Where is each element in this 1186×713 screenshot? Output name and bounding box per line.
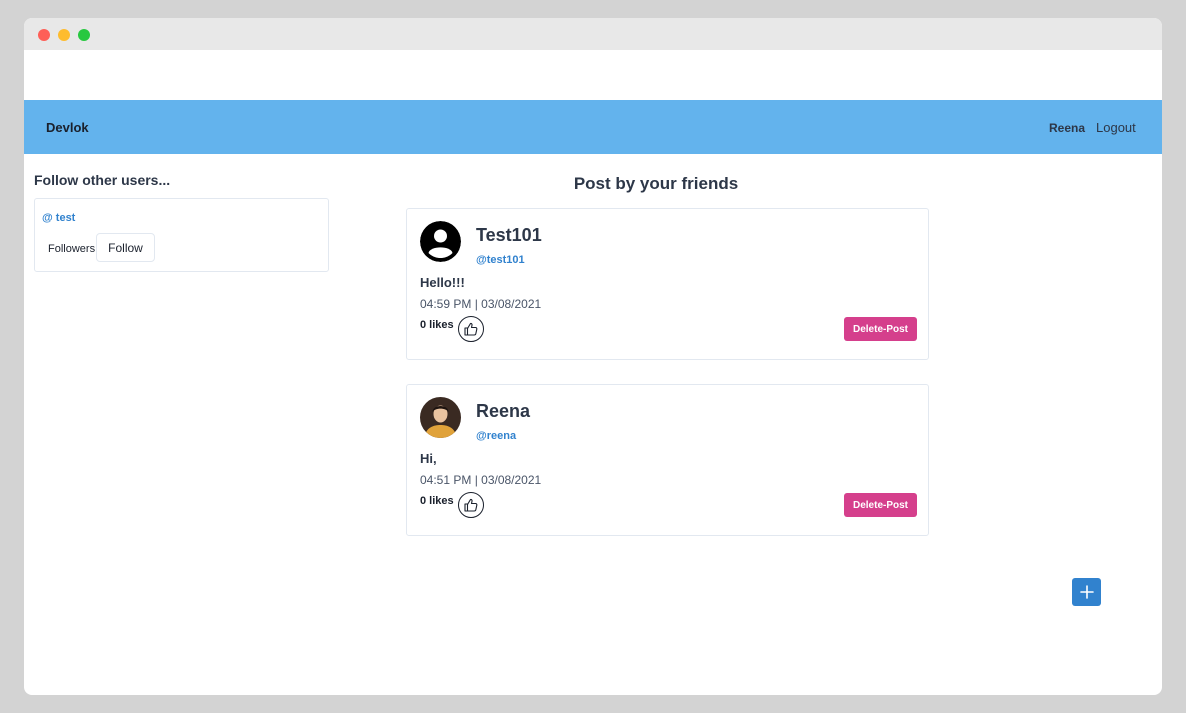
post-author[interactable]: Test101 (476, 225, 542, 246)
post-timestamp: 04:59 PM | 03/08/2021 (420, 297, 542, 311)
post-timestamp: 04:51 PM | 03/08/2021 (420, 473, 542, 487)
feed-title: Post by your friends (573, 174, 739, 193)
post-content: Hello!!! (420, 275, 465, 290)
user-photo (420, 397, 461, 438)
like-button[interactable] (458, 316, 484, 342)
logout-link[interactable]: Logout (1096, 120, 1136, 135)
post-author[interactable]: Reena (476, 401, 530, 422)
followers-label: Followers (48, 243, 96, 255)
delete-post-button[interactable]: Delete-Post (844, 317, 917, 341)
suggested-user-handle[interactable]: @ test (42, 212, 75, 224)
like-button[interactable] (458, 492, 484, 518)
brand-logo[interactable]: Devlok (46, 120, 89, 135)
thumbs-up-icon (464, 322, 478, 336)
like-count: 0 likes (420, 495, 454, 507)
maximize-window-button[interactable] (78, 29, 90, 41)
sidebar-title: Follow other users... (34, 172, 171, 188)
post-author-handle[interactable]: @reena (476, 430, 516, 442)
current-user-name[interactable]: Reena (1049, 121, 1085, 135)
follow-button[interactable]: Follow (96, 233, 155, 262)
like-count: 0 likes (420, 319, 454, 331)
post-author-handle[interactable]: @test101 (476, 254, 525, 266)
window-titlebar (24, 18, 1162, 50)
default-user-icon (420, 221, 461, 262)
suggested-user-card: @ test Followers Follow (34, 198, 329, 272)
thumbs-up-icon (464, 498, 478, 512)
post-card: Reena @reena Hi, 04:51 PM | 03/08/2021 0… (406, 384, 929, 536)
close-window-button[interactable] (38, 29, 50, 41)
post-card: Test101 @test101 Hello!!! 04:59 PM | 03/… (406, 208, 929, 360)
navbar: Devlok Reena Logout (24, 100, 1162, 154)
add-post-button[interactable] (1072, 578, 1101, 606)
plus-icon (1079, 585, 1094, 599)
minimize-window-button[interactable] (58, 29, 70, 41)
delete-post-button[interactable]: Delete-Post (844, 493, 917, 517)
browser-window: Devlok Reena Logout Follow other users..… (24, 18, 1162, 695)
post-content: Hi, (420, 451, 437, 466)
